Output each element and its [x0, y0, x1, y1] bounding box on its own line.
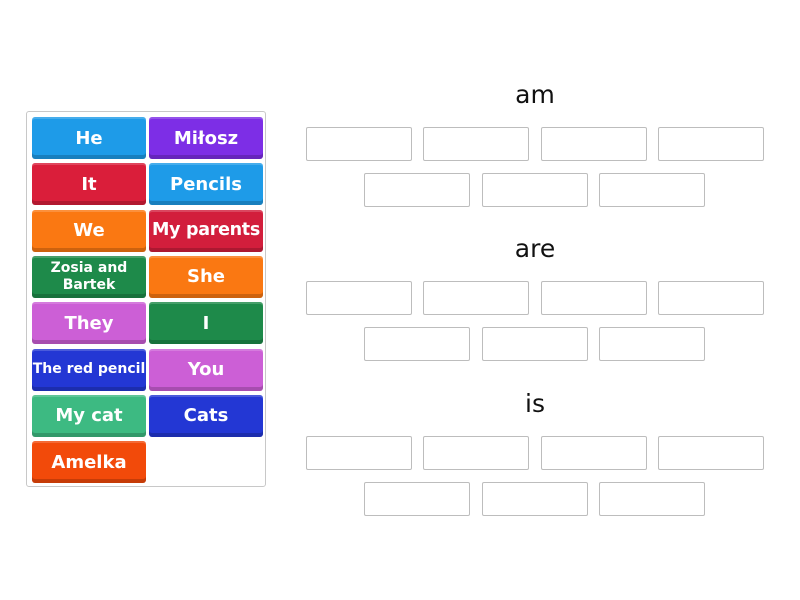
- drop-slot-am[interactable]: [658, 127, 764, 161]
- drop-slot-are[interactable]: [306, 281, 412, 315]
- draggable-tile[interactable]: They: [32, 302, 146, 345]
- drop-slot-are[interactable]: [482, 327, 588, 361]
- drop-slot-am[interactable]: [423, 127, 529, 161]
- drop-slot-are[interactable]: [423, 281, 529, 315]
- drop-slot-are[interactable]: [541, 281, 647, 315]
- drop-slot-am[interactable]: [541, 127, 647, 161]
- drop-slot-is[interactable]: [658, 436, 764, 470]
- draggable-tile[interactable]: I: [149, 302, 263, 345]
- drop-slot-is[interactable]: [306, 436, 412, 470]
- group-heading-is: is: [525, 389, 545, 418]
- drop-slot-is[interactable]: [364, 482, 470, 516]
- draggable-tile[interactable]: It: [32, 163, 146, 206]
- draggable-tile[interactable]: You: [149, 348, 263, 391]
- drop-slot-are[interactable]: [364, 327, 470, 361]
- draggable-tile[interactable]: My cat: [32, 394, 146, 437]
- draggable-tile[interactable]: Amelka: [32, 441, 146, 484]
- draggable-tile[interactable]: Cats: [149, 394, 263, 437]
- draggable-tile[interactable]: She: [149, 255, 263, 298]
- drop-slot-are[interactable]: [658, 281, 764, 315]
- group-heading-am: am: [515, 80, 555, 109]
- drop-slot-is[interactable]: [599, 482, 705, 516]
- drop-slot-are[interactable]: [599, 327, 705, 361]
- drop-slot-is[interactable]: [423, 436, 529, 470]
- drop-slot-am[interactable]: [306, 127, 412, 161]
- drop-slot-am[interactable]: [482, 173, 588, 207]
- draggable-tile[interactable]: The red pencil: [32, 348, 146, 391]
- draggable-tile[interactable]: He: [32, 117, 146, 159]
- drop-slot-is[interactable]: [482, 482, 588, 516]
- draggable-tile[interactable]: My parents: [149, 209, 263, 252]
- drop-slot-is[interactable]: [541, 436, 647, 470]
- draggable-tile[interactable]: We: [32, 209, 146, 252]
- drop-slot-am[interactable]: [599, 173, 705, 207]
- draggable-tile[interactable]: Zosia and Bartek: [32, 255, 146, 298]
- draggable-tile[interactable]: Miłosz: [149, 117, 263, 159]
- draggable-tile[interactable]: Pencils: [149, 163, 263, 206]
- group-heading-are: are: [514, 234, 556, 263]
- drop-slot-am[interactable]: [364, 173, 470, 207]
